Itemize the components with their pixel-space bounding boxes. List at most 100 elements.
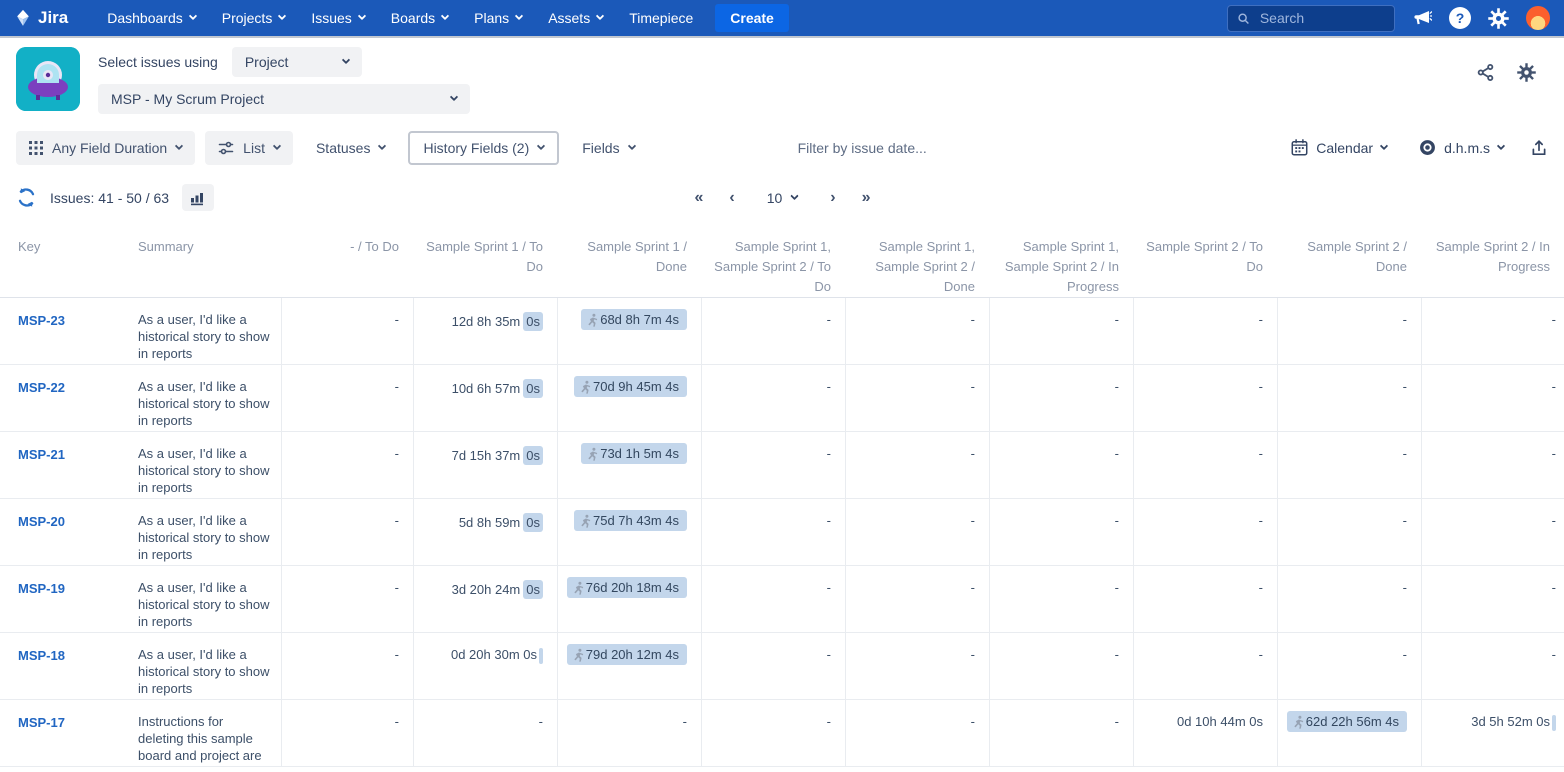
search-box[interactable] — [1227, 5, 1395, 32]
duration-cell: - — [845, 633, 989, 699]
issue-key-link[interactable]: MSP-17 — [0, 700, 134, 766]
duration-cell: - — [989, 298, 1133, 364]
settings-button[interactable] — [1488, 8, 1509, 29]
duration-cell: 76d 20h 18m 4s — [557, 566, 701, 632]
duration-cell: - — [845, 298, 989, 364]
help-button[interactable]: ? — [1449, 7, 1471, 29]
nav-item-issues[interactable]: Issues — [298, 4, 377, 32]
last-page-button[interactable]: » — [862, 189, 870, 207]
fields-dropdown[interactable]: Fields — [569, 131, 647, 165]
ufo-app-icon — [16, 47, 80, 111]
announcements-button[interactable] — [1412, 8, 1432, 28]
live-seconds-chip: 0s — [523, 513, 543, 532]
chevron-down-icon — [1380, 141, 1388, 149]
nav-item-label: Dashboards — [107, 10, 183, 26]
table-row: MSP-21As a user, I'd like a historical s… — [0, 432, 1564, 499]
project-dropdown[interactable]: MSP - My Scrum Project — [98, 84, 470, 114]
report-settings-button[interactable] — [1517, 63, 1536, 82]
duration-cell: - — [701, 633, 845, 699]
chart-view-button[interactable] — [182, 184, 214, 211]
running-duration-badge[interactable]: 76d 20h 18m 4s — [567, 577, 687, 598]
duration-cell: - — [1133, 633, 1277, 699]
issue-key-link[interactable]: MSP-21 — [0, 432, 134, 498]
duration-cell: 0d 20h 30m 0s — [413, 633, 557, 699]
duration-cell: - — [1133, 499, 1277, 565]
refresh-button[interactable] — [16, 187, 37, 208]
issue-summary: As a user, I'd like a historical story t… — [134, 633, 281, 699]
live-seconds-chip — [539, 648, 543, 664]
duration-cell: - — [1421, 432, 1564, 498]
nav-item-projects[interactable]: Projects — [209, 4, 299, 32]
column-header: Sample Sprint 2 / In Progress — [1421, 225, 1564, 297]
issue-key-link[interactable]: MSP-19 — [0, 566, 134, 632]
chevron-down-icon — [1497, 141, 1505, 149]
select-mode-dropdown[interactable]: Project — [232, 47, 362, 77]
chevron-down-icon — [627, 141, 635, 149]
duration-cell: - — [845, 365, 989, 431]
chevron-down-icon — [515, 12, 523, 20]
running-duration-badge[interactable]: 62d 22h 56m 4s — [1287, 711, 1407, 732]
issue-summary: Instructions for deleting this sample bo… — [134, 700, 281, 766]
duration-cell: - — [701, 365, 845, 431]
column-header: Sample Sprint 1, Sample Sprint 2 / Done — [845, 225, 989, 297]
chevron-down-icon — [189, 12, 197, 20]
table-header-row: KeySummary- / To DoSample Sprint 1 / To … — [0, 225, 1564, 298]
duration-cell: - — [1277, 566, 1421, 632]
export-button[interactable] — [1530, 139, 1548, 157]
nav-item-boards[interactable]: Boards — [378, 4, 461, 32]
running-duration-badge[interactable]: 79d 20h 12m 4s — [567, 644, 687, 665]
issue-key-link[interactable]: MSP-22 — [0, 365, 134, 431]
duration-cell: 68d 8h 7m 4s — [557, 298, 701, 364]
nav-menus: Dashboards Projects IssuesBoards Plans Asset… — [94, 4, 706, 32]
fields-label: Fields — [582, 140, 619, 156]
list-view-dropdown[interactable]: List — [205, 131, 293, 165]
share-button[interactable] — [1476, 63, 1495, 82]
duration-cell: - — [1277, 365, 1421, 431]
nav-item-assets[interactable]: Assets — [535, 4, 616, 32]
nav-item-label: Projects — [222, 10, 273, 26]
issue-date-filter-input[interactable] — [658, 139, 1276, 157]
running-duration-badge[interactable]: 70d 9h 45m 4s — [574, 376, 687, 397]
prev-page-button[interactable]: ‹ — [729, 189, 733, 207]
issue-summary: As a user, I'd like a historical story t… — [134, 499, 281, 565]
nav-item-timepiece[interactable]: Timepiece — [616, 4, 706, 32]
issue-summary: As a user, I'd like a historical story t… — [134, 298, 281, 364]
duration-cell: - — [845, 700, 989, 766]
nav-item-label: Plans — [474, 10, 509, 26]
pagination: « ‹ 10 › » — [694, 189, 869, 207]
running-duration-badge[interactable]: 75d 7h 43m 4s — [574, 510, 687, 531]
running-duration-badge[interactable]: 73d 1h 5m 4s — [581, 443, 687, 464]
nav-item-dashboards[interactable]: Dashboards — [94, 4, 209, 32]
any-field-duration-dropdown[interactable]: Any Field Duration — [16, 131, 195, 165]
issue-key-link[interactable]: MSP-20 — [0, 499, 134, 565]
nav-item-label: Assets — [548, 10, 590, 26]
nav-item-plans[interactable]: Plans — [461, 4, 535, 32]
live-seconds-chip: 0s — [523, 446, 543, 465]
table-row: MSP-22As a user, I'd like a historical s… — [0, 365, 1564, 432]
next-page-button[interactable]: › — [830, 189, 834, 207]
duration-cell: 75d 7h 43m 4s — [557, 499, 701, 565]
history-fields-dropdown[interactable]: History Fields (2) — [408, 131, 559, 165]
nav-item-label: Timepiece — [629, 10, 693, 26]
calendar-dropdown[interactable]: Calendar — [1285, 138, 1393, 157]
running-duration-badge[interactable]: 68d 8h 7m 4s — [581, 309, 687, 330]
search-input[interactable] — [1258, 9, 1385, 27]
statuses-dropdown[interactable]: Statuses — [303, 131, 398, 165]
jira-logo[interactable]: Jira — [14, 8, 68, 28]
duration-cell: - — [281, 499, 413, 565]
refresh-icon — [16, 187, 37, 208]
create-button[interactable]: Create — [715, 4, 789, 32]
column-header: Summary — [134, 225, 281, 297]
chevron-down-icon — [441, 12, 449, 20]
column-header: Sample Sprint 2 / To Do — [1133, 225, 1277, 297]
duration-cell: - — [1133, 298, 1277, 364]
issue-key-link[interactable]: MSP-23 — [0, 298, 134, 364]
issue-key-link[interactable]: MSP-18 — [0, 633, 134, 699]
first-page-button[interactable]: « — [694, 189, 702, 207]
user-avatar[interactable] — [1526, 6, 1550, 30]
duration-units-dropdown[interactable]: d.h.m.s — [1413, 138, 1510, 157]
page-size-dropdown[interactable]: 10 — [761, 189, 804, 207]
calendar-icon — [1291, 139, 1308, 156]
sliders-icon — [218, 140, 234, 156]
app-icon — [16, 47, 80, 111]
